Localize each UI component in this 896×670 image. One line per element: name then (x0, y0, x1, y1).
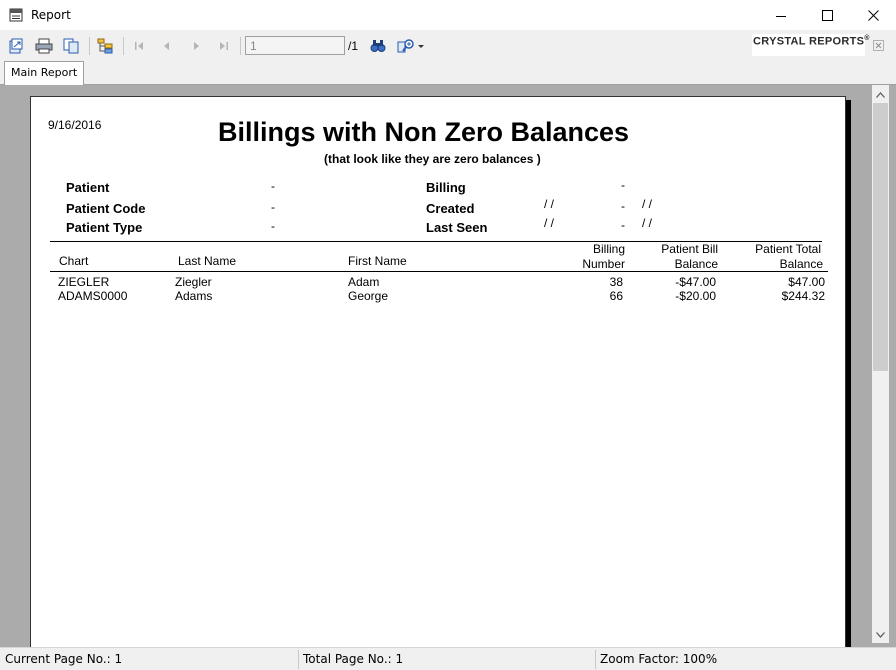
param-patient-type-label: Patient Type (66, 220, 143, 235)
page-shadow (846, 100, 851, 647)
group-tree-button[interactable] (95, 36, 115, 56)
next-page-icon (194, 42, 199, 50)
status-current-page: Current Page No.: 1 (5, 652, 123, 666)
cell-bill-balance: -$20.00 (675, 289, 716, 303)
param-patient-code-value: - (271, 200, 275, 214)
cell-total-balance: $47.00 (788, 275, 825, 289)
report-page (30, 96, 846, 648)
cell-chart: ZIEGLER (58, 275, 110, 289)
col-chart-header: Chart (59, 254, 89, 268)
report-date: 9/16/2016 (48, 118, 102, 132)
find-icon (370, 40, 386, 52)
print-icon (35, 38, 53, 54)
col-last-name-header: Last Name (178, 254, 237, 268)
param-last-seen-label: Last Seen (426, 220, 488, 235)
cell-chart: ADAMS0000 (58, 289, 128, 303)
tab-main-report[interactable]: Main Report (4, 61, 85, 85)
last-page-icon (220, 42, 228, 50)
scroll-thumb[interactable] (873, 103, 888, 371)
cell-bill-balance: -$47.00 (675, 275, 716, 289)
chevron-down-icon (876, 631, 885, 638)
zoom-button[interactable] (396, 36, 426, 56)
param-created-label: Created (426, 201, 475, 216)
find-button[interactable] (368, 36, 388, 56)
param-patient-value: - (271, 179, 275, 193)
toolbar-separator (240, 37, 241, 55)
col-bill-balance-header-1: Patient Bill (661, 242, 718, 256)
status-bar: Current Page No.: 1 Total Page No.: 1 Zo… (0, 647, 896, 670)
window-title: Report (31, 8, 71, 22)
close-brand-icon[interactable] (873, 40, 884, 51)
print-button[interactable] (34, 36, 54, 56)
param-last-seen-from: / / (544, 216, 555, 230)
cell-billing-number: 38 (609, 275, 623, 289)
chevron-up-icon (876, 91, 885, 98)
col-billing-header-2: Number (582, 257, 625, 271)
status-zoom-factor: Zoom Factor: 100% (600, 652, 718, 666)
page-total-label: /1 (348, 39, 359, 53)
group-tree-icon (97, 38, 113, 54)
next-page-button[interactable] (186, 36, 206, 56)
toolbar-separator (123, 37, 124, 55)
cell-total-balance: $244.32 (781, 289, 825, 303)
first-page-button[interactable] (129, 36, 149, 56)
prev-page-icon (164, 42, 169, 50)
cell-billing-number: 66 (609, 289, 623, 303)
prev-page-button[interactable] (157, 36, 177, 56)
cell-first-name: George (348, 289, 389, 303)
param-patient-type-value: - (271, 219, 275, 233)
param-created-dash: - (621, 199, 625, 213)
toolbar: /1 CRYSTAL REPORTS® (0, 31, 896, 60)
brand-mark: ® (864, 35, 870, 42)
copy-icon (63, 38, 79, 54)
scroll-up-button[interactable] (872, 86, 889, 103)
col-billing-header-1: Billing (592, 242, 625, 256)
param-billing-label: Billing (426, 180, 466, 195)
col-bill-balance-header-2: Balance (674, 257, 718, 271)
status-divider (298, 650, 299, 669)
zoom-icon (397, 39, 424, 53)
param-created-to: / / (642, 197, 653, 211)
param-patient-code-label: Patient Code (66, 201, 146, 216)
brand-name: CRYSTAL REPORTS (753, 35, 865, 48)
param-billing-value: - (621, 178, 625, 192)
maximize-icon (821, 10, 833, 21)
close-icon (867, 10, 879, 21)
scroll-down-button[interactable] (872, 626, 889, 643)
maximize-button[interactable] (804, 0, 850, 31)
report-tab-strip: Main Report (0, 60, 896, 85)
status-total-page: Total Page No.: 1 (303, 652, 404, 666)
last-page-button[interactable] (214, 36, 234, 56)
vertical-scrollbar[interactable] (872, 85, 889, 643)
minimize-icon (776, 15, 786, 17)
col-first-name-header: First Name (348, 254, 407, 268)
crystal-reports-logo: CRYSTAL REPORTS® (752, 34, 869, 56)
param-created-from: / / (544, 197, 555, 211)
cell-first-name: Adam (348, 275, 380, 289)
cell-last-name: Adams (175, 289, 213, 303)
toolbar-separator (89, 37, 90, 55)
cell-last-name: Ziegler (175, 275, 212, 289)
copy-button[interactable] (61, 36, 81, 56)
export-button[interactable] (6, 36, 26, 56)
param-patient-label: Patient (66, 180, 110, 195)
col-total-balance-header-1: Patient Total (755, 242, 821, 256)
minimize-button[interactable] (758, 0, 804, 31)
status-divider (595, 650, 596, 669)
export-icon (9, 38, 23, 54)
param-last-seen-to: / / (642, 216, 653, 230)
report-app-icon (9, 8, 23, 22)
page-number-input[interactable] (245, 36, 345, 55)
param-last-seen-dash: - (621, 218, 625, 232)
first-page-icon (135, 42, 143, 50)
report-title: Billings with Non Zero Balances (218, 117, 630, 147)
title-bar: Report (0, 0, 896, 31)
col-total-balance-header-2: Balance (779, 257, 823, 271)
report-subtitle: (that look like they are zero balances ) (324, 152, 541, 166)
close-button[interactable] (850, 0, 896, 31)
header-bottom-rule (50, 271, 828, 272)
